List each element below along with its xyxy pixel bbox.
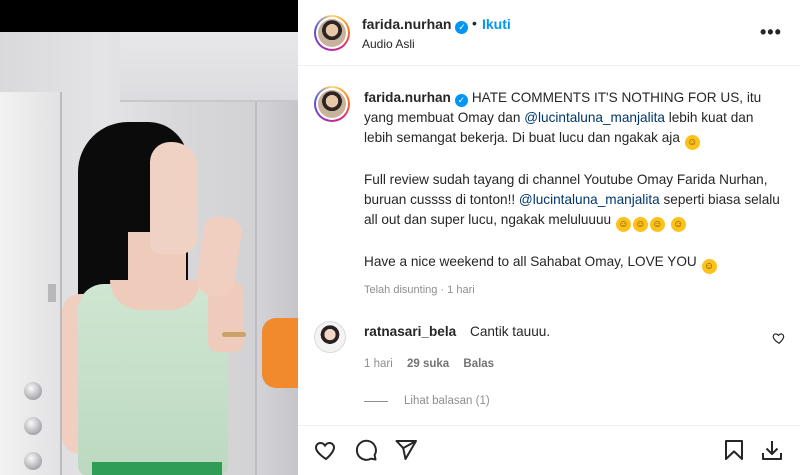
replies-divider	[364, 400, 388, 402]
cabinet-top	[120, 32, 298, 102]
caption-username[interactable]: farida.nurhan	[364, 90, 451, 105]
more-options-icon[interactable]: •••	[760, 22, 782, 43]
separator-dot: •	[472, 15, 477, 31]
kiss-emoji-icon: ☺	[701, 259, 717, 274]
comment-likes[interactable]: 29 suka	[407, 358, 449, 370]
door-hinge	[48, 284, 56, 302]
comment-icon[interactable]	[354, 438, 378, 462]
orange-sleeve	[262, 318, 298, 388]
post-header: farida.nurhan ✓ • Ikuti Audio Asli •••	[298, 0, 800, 66]
comment-time: 1 hari	[364, 358, 393, 370]
caption-edited-time: Telah disunting · 1 hari	[364, 284, 475, 296]
person-bracelet	[222, 332, 246, 337]
post-caption: farida.nurhan ✓ HATE COMMENTS IT'S NOTHING…	[364, 88, 784, 294]
door-knob	[24, 417, 42, 435]
post-window: farida.nurhan ✓ • Ikuti Audio Asli ••• fa…	[0, 0, 800, 475]
heart-icon[interactable]	[314, 438, 338, 462]
reply-button[interactable]: Balas	[463, 358, 494, 370]
caption-paragraph: farida.nurhan ✓ HATE COMMENTS IT'S NOTHING…	[364, 88, 784, 150]
caption-mention[interactable]: @lucintaluna_manjalita	[524, 110, 665, 125]
caption-paragraph: Full review sudah tayang di channel Yout…	[364, 170, 784, 232]
caption-text: Have a nice weekend to all Sahabat Omay,…	[364, 254, 697, 269]
comment-meta: 1 hari 29 suka Balas	[364, 358, 505, 370]
rofl-emoji-icon: ☺	[649, 217, 665, 232]
caption-author-avatar[interactable]	[314, 86, 350, 122]
door-knob	[24, 452, 42, 470]
author-avatar[interactable]	[314, 15, 350, 51]
comment-text: Cantik tauuu.	[470, 324, 551, 339]
view-replies-label[interactable]: Lihat balasan (1)	[404, 395, 490, 407]
caption-paragraph: Have a nice weekend to all Sahabat Omay,…	[364, 252, 784, 274]
original-audio-link[interactable]: Audio Asli	[362, 37, 415, 51]
author-username-text[interactable]: farida.nurhan	[362, 16, 451, 32]
person-top	[78, 284, 228, 475]
cabinet-right	[255, 102, 298, 475]
action-bar	[298, 425, 800, 475]
download-icon[interactable]	[760, 438, 784, 462]
rofl-emoji-icon: ☺	[670, 217, 686, 232]
post-media-video[interactable]	[0, 0, 298, 475]
person-skirt	[92, 462, 222, 475]
video-frame	[0, 32, 298, 475]
rofl-emoji-icon: ☺	[684, 135, 700, 150]
rofl-emoji-icon: ☺	[632, 217, 648, 232]
door-knob	[24, 382, 42, 400]
media-letterbox	[0, 0, 298, 32]
share-icon[interactable]	[394, 438, 418, 462]
follow-button[interactable]: Ikuti	[482, 16, 511, 32]
bookmark-icon[interactable]	[722, 438, 746, 462]
author-username[interactable]: farida.nurhan ✓	[362, 16, 469, 34]
caption-mention[interactable]: @lucintaluna_manjalita	[519, 192, 660, 207]
rofl-emoji-icon: ☺	[615, 217, 631, 232]
person-face	[150, 142, 198, 254]
verified-badge-icon: ✓	[454, 94, 468, 107]
comment-heart-icon[interactable]	[772, 331, 786, 345]
post-details-panel: farida.nurhan ✓ • Ikuti Audio Asli ••• fa…	[298, 0, 800, 475]
commenter-avatar[interactable]	[314, 321, 346, 353]
verified-badge-icon: ✓	[455, 21, 469, 34]
view-replies-button[interactable]: Lihat balasan (1)	[364, 395, 490, 407]
commenter-username[interactable]: ratnasari_bela	[364, 324, 456, 339]
